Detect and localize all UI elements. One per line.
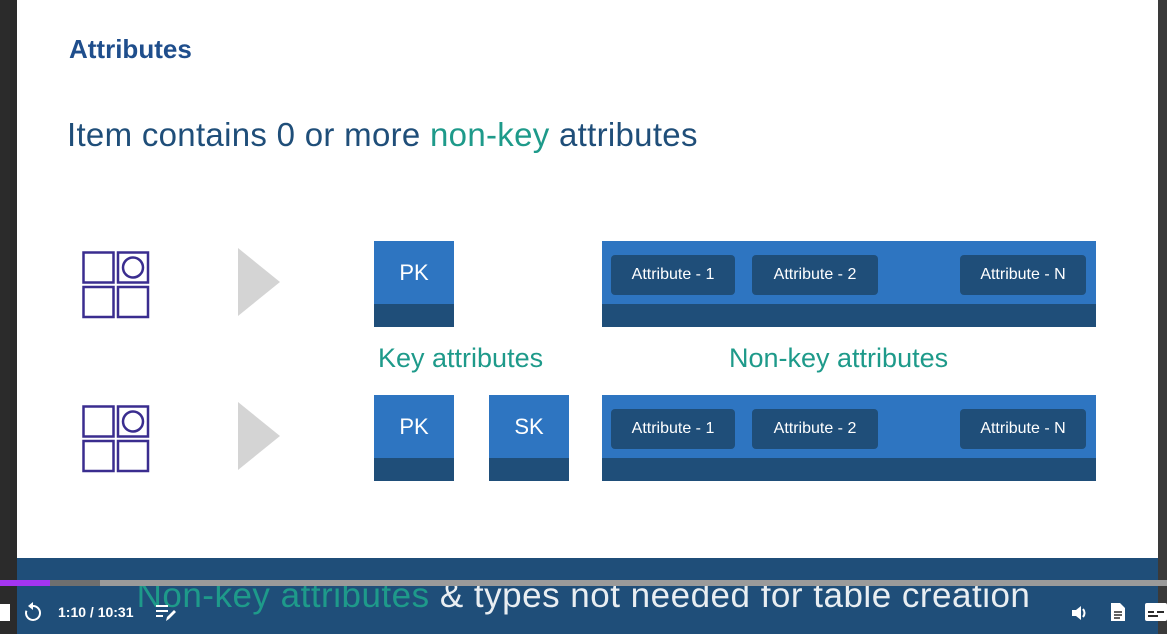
progress-track[interactable] [0,580,1167,586]
pk-label: PK [399,414,429,439]
transcript-icon[interactable] [1110,602,1126,622]
attributes-bar: Attribute - 1 Attribute - 2 Attribute - … [602,241,1096,327]
captions-icon[interactable] [1145,603,1167,621]
progress-fill [0,580,51,586]
table-item-icon [82,251,150,319]
notes-icon[interactable] [155,603,177,623]
pk-box: PK [374,241,454,327]
sk-label: SK [514,414,544,439]
table-item-icon [82,405,150,473]
headline-part-3: attributes [549,116,698,153]
slide: Attributes Item contains 0 or more non-k… [17,0,1158,634]
attribute-pill: Attribute - 2 [752,255,878,295]
time-display: 1:10 / 10:31 [58,604,134,620]
attribute-pill: Attribute - N [960,255,1086,295]
non-key-attributes-caption: Non-key attributes [729,343,949,373]
attributes-bar: Attribute - 1 Attribute - 2 Attribute - … [602,395,1096,481]
attribute-pill: Attribute - 1 [611,255,735,295]
headline-part-1: Item contains 0 or more [67,116,431,153]
slide-title: Attributes [69,34,192,64]
headline-highlight: non-key [430,116,550,153]
window-edge [1158,0,1167,634]
volume-icon[interactable] [1070,603,1090,623]
sk-box: SK [489,395,569,481]
arrow-right-icon [238,402,280,470]
play-button[interactable] [0,604,10,621]
headline: Item contains 0 or more non-key attribut… [67,116,698,154]
attribute-pill: Attribute - 1 [611,409,735,449]
arrow-right-icon [238,248,280,316]
attribute-pill: Attribute - N [960,409,1086,449]
pk-box: PK [374,395,454,481]
pk-label: PK [399,260,429,285]
rewind-icon[interactable] [22,602,44,624]
key-attributes-caption: Key attributes [378,343,544,373]
attribute-pill: Attribute - 2 [752,409,878,449]
